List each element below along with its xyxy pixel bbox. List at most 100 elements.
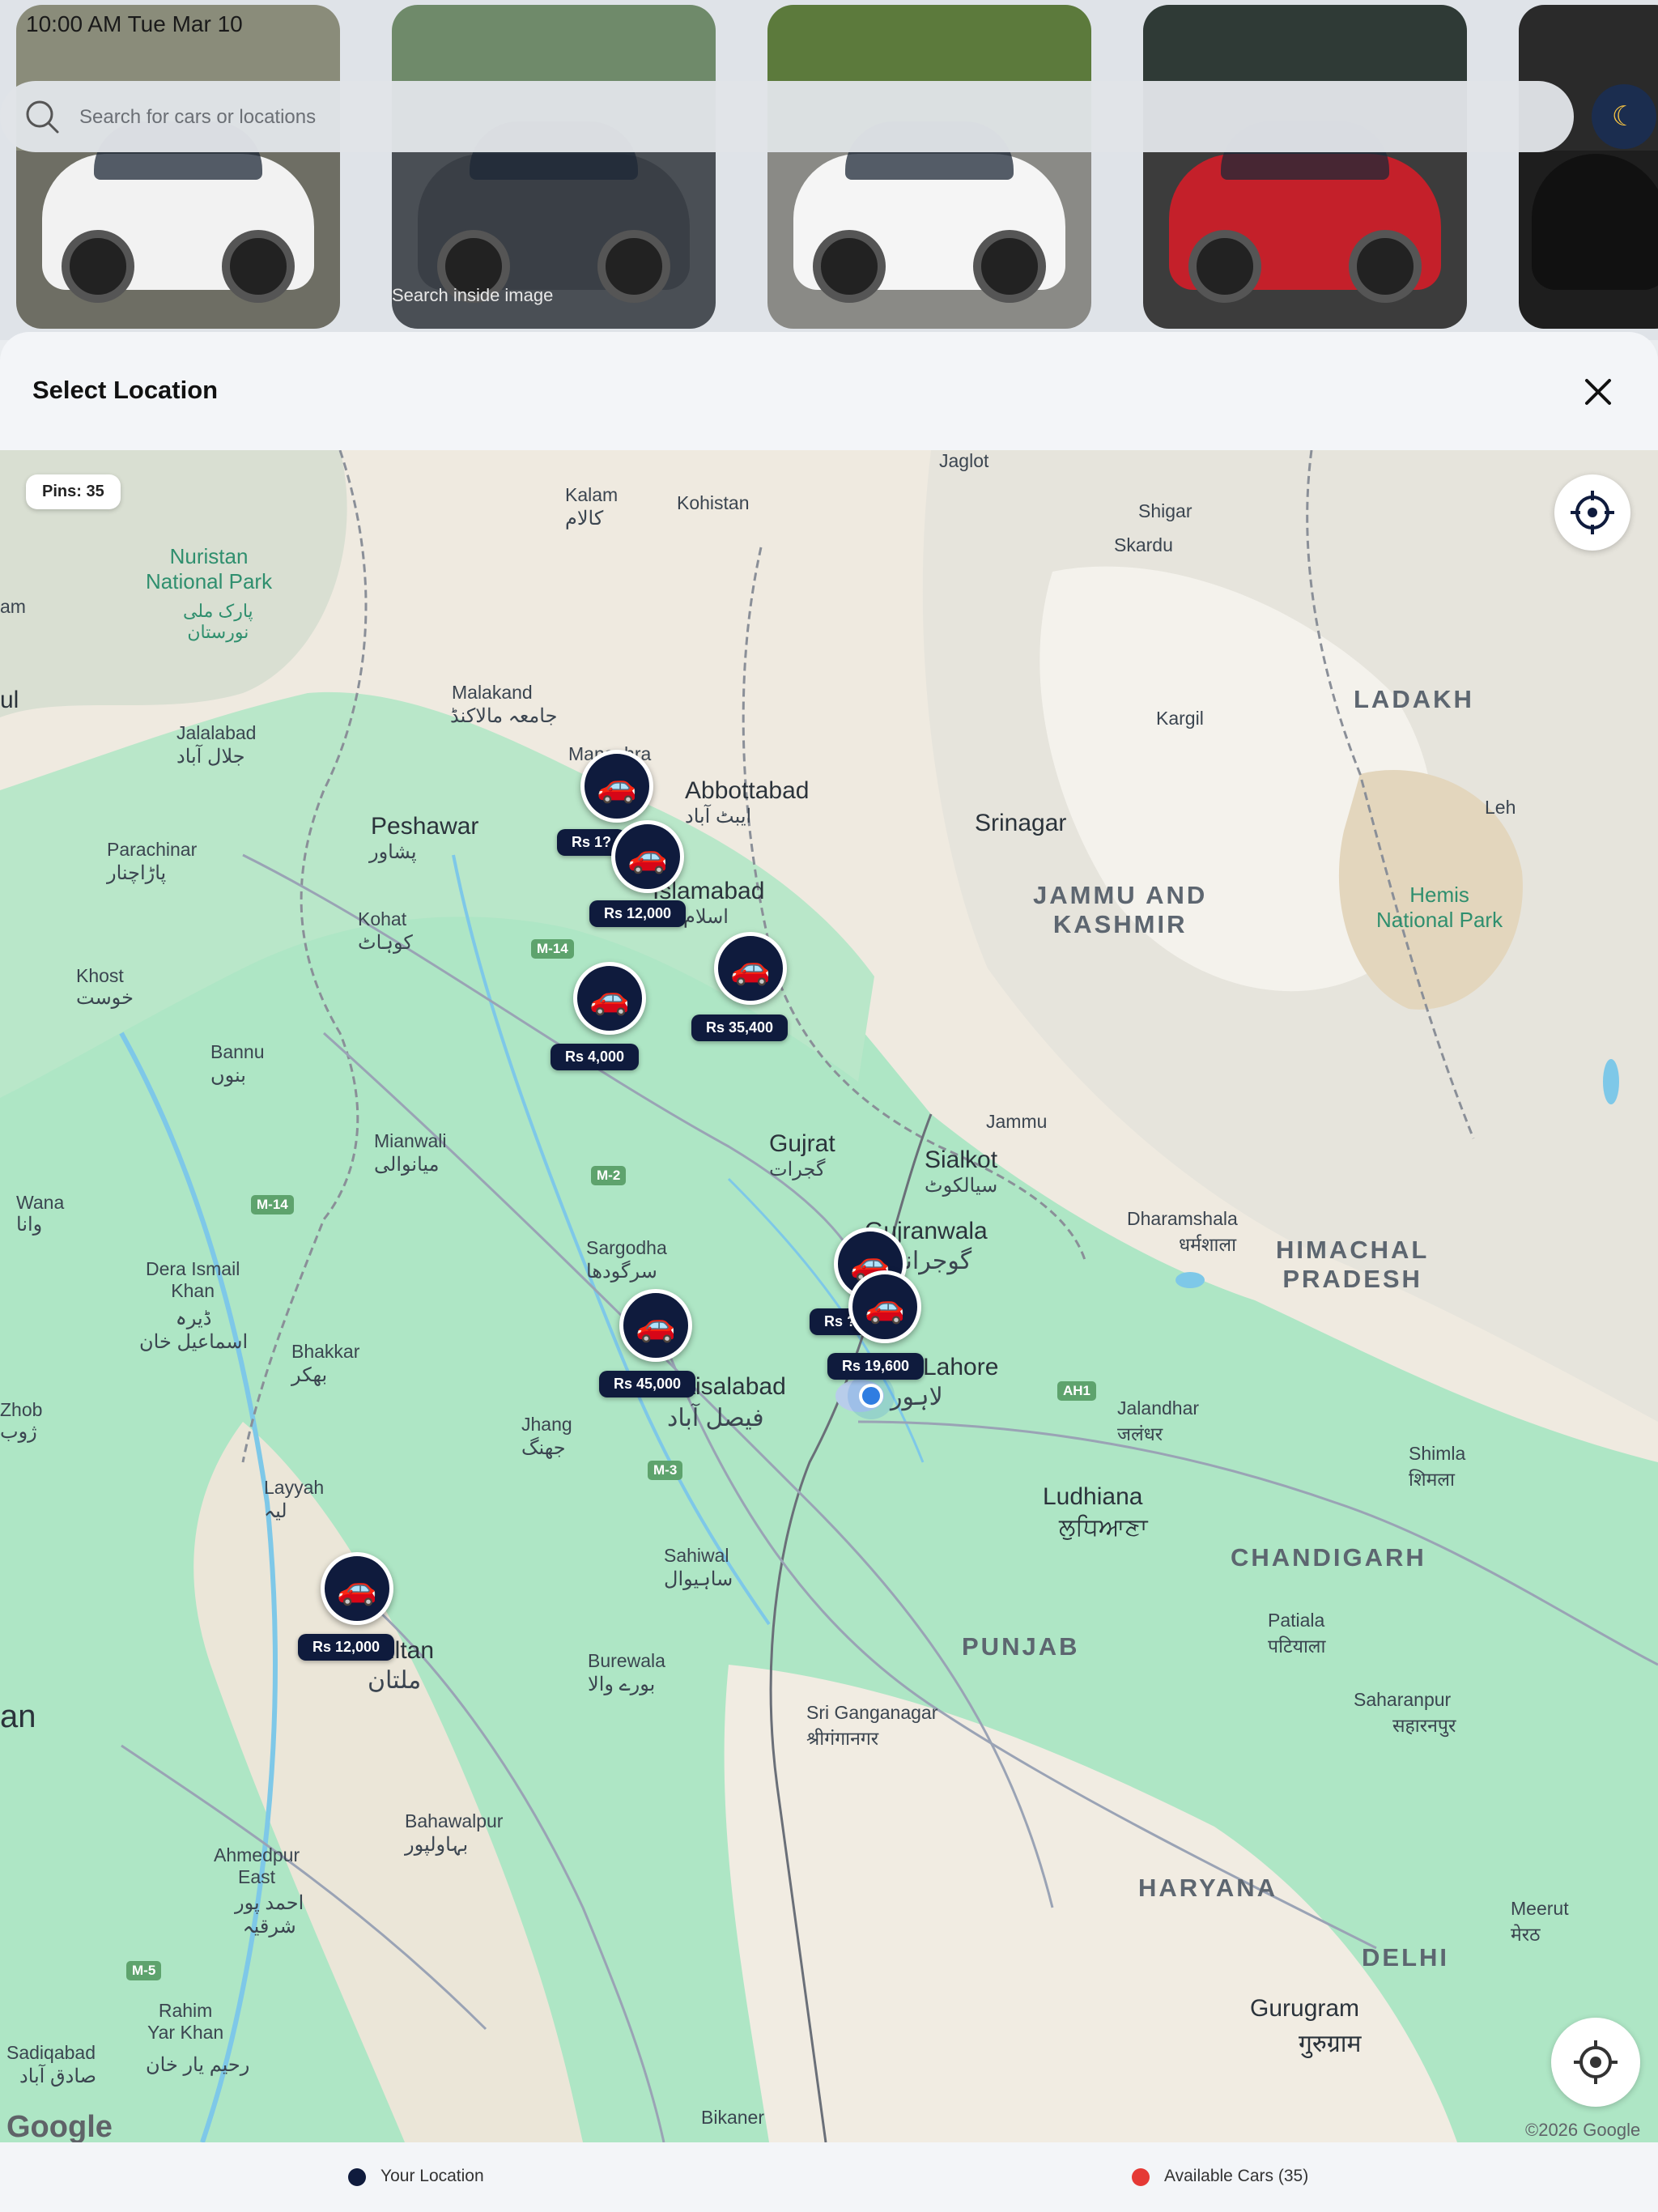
place-gujrat: Gujrat: [769, 1130, 835, 1157]
place-peshawar: Peshawar: [371, 813, 479, 840]
place-gujrat-urdu: گجرات: [769, 1159, 826, 1180]
car-pin[interactable]: 🚗: [573, 962, 646, 1035]
road-shield-m3: M-3: [648, 1461, 683, 1480]
place-hemis-park: Hemis National Park: [1376, 883, 1503, 932]
place-kalam: Kalam: [565, 484, 619, 505]
sheet-title: Select Location: [32, 376, 219, 404]
place-meerut: Meerut: [1511, 1898, 1569, 1919]
place-saharanpur: Saharanpur: [1354, 1689, 1452, 1710]
close-icon[interactable]: [1577, 371, 1619, 413]
car-price-label[interactable]: Rs 35,400: [691, 1015, 789, 1041]
car-card-white-sedan[interactable]: [16, 5, 340, 329]
place-an-edge: an: [0, 1699, 36, 1734]
select-location-sheet: Select Location Jaglot Kalam کالام Kohis…: [0, 332, 1658, 2212]
place-mianwali-urdu: میانوالی: [374, 1154, 440, 1176]
search-inside-image-label[interactable]: Search inside image: [392, 285, 553, 306]
search-input[interactable]: [78, 100, 1457, 134]
google-logo: Google: [6, 2110, 113, 2142]
available-cars-legend-dot: [1132, 2168, 1150, 2186]
car-card-dark-sedan[interactable]: Search inside image: [392, 5, 716, 329]
place-layyah: Layyah: [264, 1477, 325, 1498]
place-kargil: Kargil: [1156, 708, 1204, 729]
dark-mode-moon-icon[interactable]: ☾: [1592, 84, 1656, 149]
place-jammu: Jammu: [986, 1111, 1048, 1132]
place-rahim-yar-khan-urdu: رحیم یار خان: [146, 2054, 250, 2076]
place-bikaner: Bikaner: [701, 2107, 764, 2128]
place-ludhiana: Ludhiana: [1043, 1483, 1143, 1510]
place-multan-urdu: ملتان: [368, 1667, 422, 1694]
place-parachinar: Parachinar: [107, 839, 198, 860]
place-jalalabad: Jalalabad: [176, 722, 257, 743]
place-lahore: Lahore: [923, 1354, 999, 1380]
car-pin[interactable]: 🚗: [619, 1289, 692, 1362]
place-kohat-urdu: کوہاٹ: [358, 932, 413, 954]
place-dharamshala: Dharamshala: [1127, 1208, 1238, 1229]
place-ul-edge: ul: [0, 687, 19, 713]
available-cars-legend-label: Available Cars (35): [1164, 2167, 1309, 2185]
region-jammu-kashmir: JAMMU AND KASHMIR: [1033, 881, 1208, 938]
place-rahim-yar-khan: Rahim Yar Khan: [147, 2000, 224, 2043]
place-wana-urdu: وانا: [16, 1214, 43, 1236]
map-view[interactable]: Jaglot Kalam کالام Kohistan Shigar Skard…: [0, 450, 1658, 2142]
recenter-crosshair-icon[interactable]: [1554, 474, 1630, 551]
place-parachinar-urdu: پاڑاچنار: [107, 862, 167, 884]
road-shield-m14: M-14: [531, 939, 574, 959]
place-srinagar: Srinagar: [975, 810, 1067, 836]
region-haryana: HARYANA: [1138, 1874, 1278, 1902]
search-icon: [26, 100, 59, 134]
place-jalalabad-urdu: جلال آباد: [176, 746, 245, 768]
place-mianwali: Mianwali: [374, 1130, 447, 1151]
status-bar-time: 10:00 AM Tue Mar 10: [26, 11, 243, 36]
car-card-black-sedan[interactable]: [1519, 5, 1658, 329]
place-ahmedpur-east-urdu: احمد پور شرقیہ: [235, 1892, 304, 1938]
place-jhang: Jhang: [521, 1414, 572, 1435]
place-dharamshala-hindi: धर्मशाला: [1179, 1234, 1237, 1255]
car-price-label[interactable]: Rs 12,000: [589, 900, 687, 927]
search-bar[interactable]: [0, 81, 1574, 152]
road-shield-ah1: AH1: [1057, 1381, 1097, 1401]
place-shimla: Shimla: [1409, 1443, 1466, 1464]
region-delhi: DELHI: [1362, 1943, 1449, 1972]
map-copyright: ©2026 Google: [1525, 2120, 1641, 2140]
place-sargodha: Sargodha: [586, 1237, 667, 1258]
place-bahawalpur-urdu: بہاولپور: [405, 1834, 469, 1856]
car-price-label[interactable]: Rs 45,000: [599, 1371, 696, 1397]
pins-count-badge: Pins: 35: [26, 474, 121, 509]
place-malakand-urdu: جامعہ مالاکنڈ: [450, 705, 558, 727]
place-faisalabad-urdu: فیصل آباد: [667, 1405, 764, 1431]
car-pin[interactable]: 🚗: [848, 1270, 921, 1343]
your-location-legend-label: Your Location: [380, 2167, 484, 2185]
place-khost: Khost: [76, 965, 124, 986]
car-price-label[interactable]: Rs 12,000: [298, 1634, 395, 1661]
place-bahawalpur: Bahawalpur: [405, 1810, 504, 1831]
place-sri-ganganagar: Sri Ganganagar: [806, 1702, 938, 1723]
car-price-label[interactable]: Rs 4,000: [551, 1044, 640, 1070]
car-pin[interactable]: 🚗: [580, 750, 653, 823]
place-dera-ismail-khan-urdu: ڈیرہ اسماعیل خان: [139, 1308, 249, 1353]
place-sialkot-urdu: سیالکوٹ: [925, 1175, 998, 1197]
place-jalandhar-hindi: जलंधर: [1117, 1423, 1163, 1444]
place-ahmedpur-east: Ahmedpur East: [214, 1844, 300, 1887]
place-bhakkar-urdu: بھکر: [291, 1364, 328, 1386]
your-location-legend-dot: [348, 2168, 366, 2186]
car-card-white-suv[interactable]: [767, 5, 1091, 329]
place-meerut-hindi: मेरठ: [1511, 1924, 1541, 1945]
place-dera-ismail-khan: Dera Ismail Khan: [146, 1258, 240, 1301]
road-shield-m2: M-2: [591, 1166, 627, 1185]
map-legend: Your Location Available Cars (35): [0, 2142, 1658, 2212]
place-wana: Wana: [16, 1192, 65, 1213]
car-pin[interactable]: 🚗: [611, 820, 684, 893]
place-khost-urdu: خوست: [76, 987, 134, 1009]
place-abbottabad-urdu: ایبٹ آباد: [685, 806, 752, 827]
place-malakand: Malakand: [452, 682, 533, 703]
region-ladakh: LADAKH: [1354, 685, 1474, 713]
car-pin[interactable]: 🚗: [321, 1552, 393, 1625]
car-card-red-sedan[interactable]: [1143, 5, 1467, 329]
place-am-edge: am: [0, 596, 26, 617]
car-price-label[interactable]: Rs 19,600: [827, 1353, 925, 1380]
car-pin[interactable]: 🚗: [714, 932, 787, 1005]
place-kohistan: Kohistan: [677, 492, 750, 513]
my-location-icon[interactable]: [1551, 2018, 1640, 2107]
place-sadiqabad: Sadiqabad: [6, 2042, 96, 2063]
place-saharanpur-hindi: सहारनपुर: [1392, 1715, 1456, 1736]
